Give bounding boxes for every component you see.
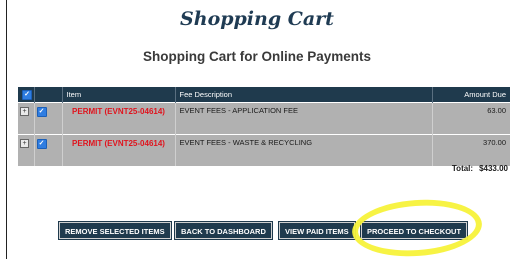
page-border	[6, 0, 7, 259]
highlight-annotation	[350, 195, 484, 259]
cart-table: ✓ Item Fee Description Amount Due + ✓ PE…	[18, 87, 510, 166]
page-subtitle: Shopping Cart for Online Payments	[142, 49, 372, 64]
item-cell[interactable]: PERMIT (EVNT25-04614)	[62, 134, 176, 166]
total-label: Total:	[451, 164, 474, 173]
column-header-fee-description: Fee Description	[175, 87, 433, 103]
row-checkbox[interactable]: ✓	[36, 139, 47, 149]
cart-total: Total: $433.00	[446, 164, 508, 173]
view-paid-items-button[interactable]: VIEW PAID ITEMS	[278, 221, 356, 240]
expand-cell: +	[18, 102, 35, 135]
header-spacer	[34, 87, 63, 103]
expand-plus-icon[interactable]: +	[20, 139, 29, 148]
column-header-amount-due: Amount Due	[432, 87, 510, 103]
item-cell[interactable]: PERMIT (EVNT25-04614)	[62, 102, 176, 135]
fee-description-cell: EVENT FEES - APPLICATION FEE	[175, 102, 433, 135]
select-all-checkbox[interactable]: ✓	[22, 90, 32, 100]
select-all-cell: ✓	[18, 87, 35, 103]
amount-due-cell: 370.00	[432, 134, 510, 166]
row-select-cell: ✓	[34, 102, 63, 135]
remove-selected-items-button[interactable]: REMOVE SELECTED ITEMS	[58, 221, 172, 240]
total-value: $433.00	[479, 164, 508, 173]
amount-due-cell: 63.00	[432, 102, 510, 135]
expand-plus-icon[interactable]: +	[20, 107, 29, 116]
table-header-row: ✓ Item Fee Description Amount Due	[18, 87, 510, 103]
table-row: + ✓ PERMIT (EVNT25-04614) EVENT FEES - A…	[18, 102, 510, 135]
row-select-cell: ✓	[34, 134, 63, 166]
expand-cell: +	[18, 134, 35, 166]
column-header-item: Item	[62, 87, 176, 103]
table-row: + ✓ PERMIT (EVNT25-04614) EVENT FEES - W…	[18, 134, 510, 166]
back-to-dashboard-button[interactable]: BACK TO DASHBOARD	[174, 221, 273, 240]
fee-description-cell: EVENT FEES - WASTE & RECYCLING	[175, 134, 433, 166]
page-title: Shopping Cart	[180, 8, 334, 30]
row-checkbox[interactable]: ✓	[36, 107, 47, 117]
